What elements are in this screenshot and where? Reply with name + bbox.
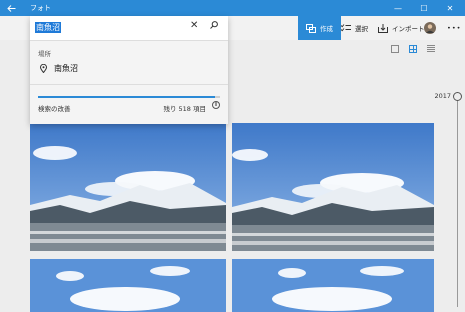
select-list-icon bbox=[341, 24, 351, 32]
photo-thumbnail[interactable] bbox=[30, 123, 226, 251]
import-icon bbox=[378, 23, 388, 33]
photo-thumbnail[interactable] bbox=[232, 123, 434, 251]
photo-thumbnail[interactable] bbox=[232, 259, 434, 312]
import-label: インポート bbox=[392, 25, 425, 33]
view-toggle bbox=[391, 45, 435, 53]
import-button[interactable]: インポート bbox=[378, 16, 425, 40]
indexing-progress-bar bbox=[38, 96, 220, 98]
timeline-scrollbar[interactable] bbox=[457, 92, 458, 307]
places-section-label: 場所 bbox=[38, 50, 51, 58]
search-icon[interactable] bbox=[210, 21, 218, 32]
timeline-knob[interactable] bbox=[453, 92, 462, 101]
place-result[interactable]: 南魚沼 bbox=[54, 63, 78, 74]
remaining-items: 残り 518 項目 bbox=[163, 105, 206, 113]
pause-icon[interactable]: II bbox=[212, 101, 220, 109]
select-button[interactable]: 選択 bbox=[341, 16, 368, 40]
search-flyout: 南魚沼 ✕ 場所 南魚沼 検索の改善 残り 518 項目 II bbox=[30, 16, 228, 124]
timeline-year: 2017 bbox=[434, 92, 451, 100]
list-view-icon[interactable] bbox=[427, 45, 435, 53]
create-button[interactable]: 作成 bbox=[298, 16, 341, 40]
clear-search-icon[interactable]: ✕ bbox=[190, 20, 198, 31]
minimize-button[interactable]: — bbox=[385, 0, 411, 16]
large-tile-view-icon[interactable] bbox=[391, 45, 399, 53]
grid-view-icon[interactable] bbox=[409, 45, 417, 53]
back-arrow-icon[interactable] bbox=[0, 0, 22, 16]
search-query[interactable]: 南魚沼 bbox=[35, 22, 61, 33]
avatar-icon bbox=[424, 22, 436, 34]
improve-search-label: 検索の改善 bbox=[38, 105, 71, 113]
account-avatar[interactable] bbox=[424, 16, 436, 40]
photo-thumbnail[interactable] bbox=[30, 259, 226, 312]
title-bar: フォト — ☐ ✕ bbox=[0, 0, 465, 16]
more-button[interactable]: ••• bbox=[447, 16, 462, 40]
app-title: フォト bbox=[30, 4, 51, 12]
create-label: 作成 bbox=[320, 25, 333, 33]
divider bbox=[30, 84, 228, 85]
close-window-button[interactable]: ✕ bbox=[437, 0, 463, 16]
create-icon bbox=[306, 23, 316, 33]
location-pin-icon bbox=[39, 63, 48, 75]
search-input[interactable]: 南魚沼 ✕ bbox=[30, 16, 228, 41]
select-label: 選択 bbox=[355, 25, 368, 33]
indexing-progress-fill bbox=[38, 96, 215, 98]
maximize-button[interactable]: ☐ bbox=[411, 0, 437, 16]
